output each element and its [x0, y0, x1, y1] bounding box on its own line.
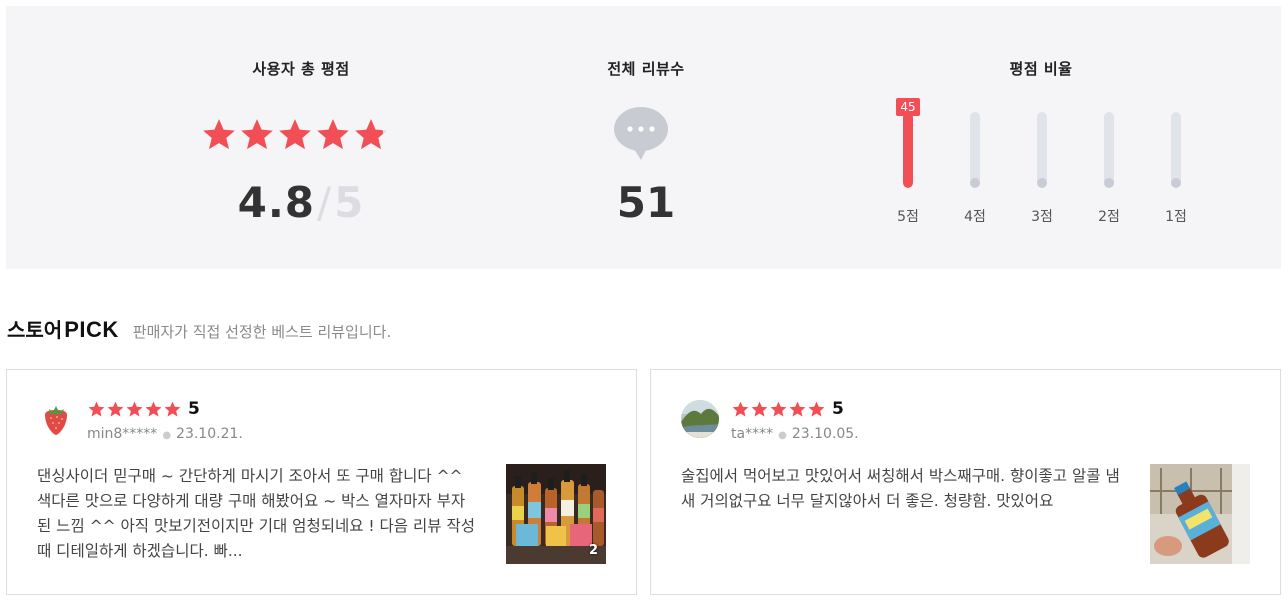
reviewer-id: ta**** — [731, 426, 774, 442]
photo-count: 2 — [588, 543, 598, 558]
rating-bar-label: 3점 — [1031, 209, 1053, 225]
rating-bar-label: 2점 — [1098, 209, 1120, 225]
review-card[interactable]: 5 min8***** ● 23.10.21. 댄싱사이더 믿구매 ~ 간단하게 마… — [6, 369, 637, 595]
rating-bar-fill — [1037, 178, 1047, 188]
review-text[interactable]: 댄싱사이더 믿구매 ~ 간단하게 마시기 조아서 또 구매 합니다 ^^ 색다른… — [37, 464, 477, 564]
review-text[interactable]: 술집에서 먹어보고 맛있어서 써칭해서 박스째구매. 향이좋고 알콜 냄새 거의… — [681, 464, 1121, 514]
rating-bar-track — [1104, 112, 1114, 188]
star-icon — [317, 119, 349, 150]
strawberry-icon — [37, 400, 75, 438]
star-icon — [88, 401, 105, 417]
meta-separator: ● — [778, 430, 787, 441]
rating-summary-panel: 사용자 총 평점 4.8/5 전체 리뷰수 51 평점 비율 45 5점 4점 … — [6, 6, 1281, 269]
partial-star-icon — [355, 119, 387, 150]
review-photo[interactable]: 2 — [506, 464, 606, 564]
total-rating-section: 사용자 총 평점 4.8/5 — [186, 6, 416, 269]
rating-bar-label: 1점 — [1165, 209, 1187, 225]
review-card[interactable]: 5 ta**** ● 23.10.05. 술집에서 먹어보고 맛있어서 써칭해서 박… — [650, 369, 1281, 595]
review-date: 23.10.05. — [791, 426, 859, 442]
rating-stars — [200, 116, 390, 154]
star-icon — [126, 401, 143, 417]
star-icon — [789, 401, 806, 417]
rating-bar-1: 1점 — [1156, 98, 1196, 228]
store-pick-title: 스토어PICK — [7, 314, 119, 343]
star-icon — [241, 119, 273, 150]
meta-separator: ● — [162, 430, 172, 441]
bottle-photo-icon — [1150, 464, 1250, 564]
rating-bar-4: 4점 — [955, 98, 995, 228]
star-icon — [770, 401, 787, 417]
review-stars: 5 — [87, 400, 200, 419]
rating-bar-count-badge: 45 — [896, 98, 920, 116]
score-slash: / — [317, 178, 333, 227]
score-value: 4.8 — [237, 178, 315, 227]
rating-bar-track — [1037, 112, 1047, 188]
reviewer-id: min8***** — [87, 426, 158, 442]
rating-bar-fill — [1104, 178, 1114, 188]
rating-ratio-section: 평점 비율 45 5점 4점 3점 2점 1점 — [866, 6, 1216, 269]
rating-ratio-bars: 45 5점 4점 3점 2점 1점 — [888, 98, 1208, 228]
star-icon — [145, 401, 162, 417]
star-icon — [808, 401, 825, 417]
star-icon — [107, 401, 124, 417]
review-count-value: 51 — [616, 178, 676, 227]
review-meta: min8***** ● 23.10.21. — [87, 426, 243, 442]
store-pick-title-en: PICK — [64, 317, 119, 342]
average-score: 4.8/5 — [186, 178, 416, 227]
rating-bar-3: 3점 — [1022, 98, 1062, 228]
review-score: 5 — [832, 399, 844, 419]
star-icon — [732, 401, 749, 417]
score-max: 5 — [334, 178, 365, 227]
rating-bar-2: 2점 — [1089, 98, 1129, 228]
rating-bar-fill — [970, 178, 980, 188]
rating-bar-track — [1171, 112, 1181, 188]
star-icon — [751, 401, 768, 417]
star-icon — [279, 119, 311, 150]
rating-bar-5: 45 5점 — [888, 98, 928, 228]
store-pick-title-ko: 스토어 — [7, 318, 63, 342]
rating-bar-fill — [1171, 178, 1181, 188]
review-count-title: 전체 리뷰수 — [607, 60, 685, 78]
rating-bar-track — [903, 112, 913, 188]
rating-bar-fill — [903, 112, 913, 188]
rating-bar-label: 5점 — [897, 209, 919, 225]
star-icon — [164, 401, 181, 417]
rating-ratio-title: 평점 비율 — [1009, 60, 1073, 78]
review-stars: 5 — [731, 400, 844, 419]
star-icon — [203, 119, 235, 150]
store-pick-header: 스토어PICK 판매자가 직접 선정한 베스트 리뷰입니다. — [7, 314, 391, 343]
review-photo[interactable] — [1150, 464, 1250, 564]
review-meta: ta**** ● 23.10.05. — [731, 426, 859, 442]
review-count-section: 전체 리뷰수 51 — [546, 6, 746, 269]
review-score: 5 — [188, 399, 200, 419]
speech-bubble-icon — [614, 107, 668, 160]
rating-bar-track — [970, 112, 980, 188]
total-rating-title: 사용자 총 평점 — [252, 60, 350, 78]
store-pick-description: 판매자가 직접 선정한 베스트 리뷰입니다. — [132, 323, 392, 341]
review-date: 23.10.21. — [176, 426, 243, 442]
rating-bar-label: 4점 — [964, 209, 986, 225]
landscape-avatar-icon — [681, 400, 719, 438]
